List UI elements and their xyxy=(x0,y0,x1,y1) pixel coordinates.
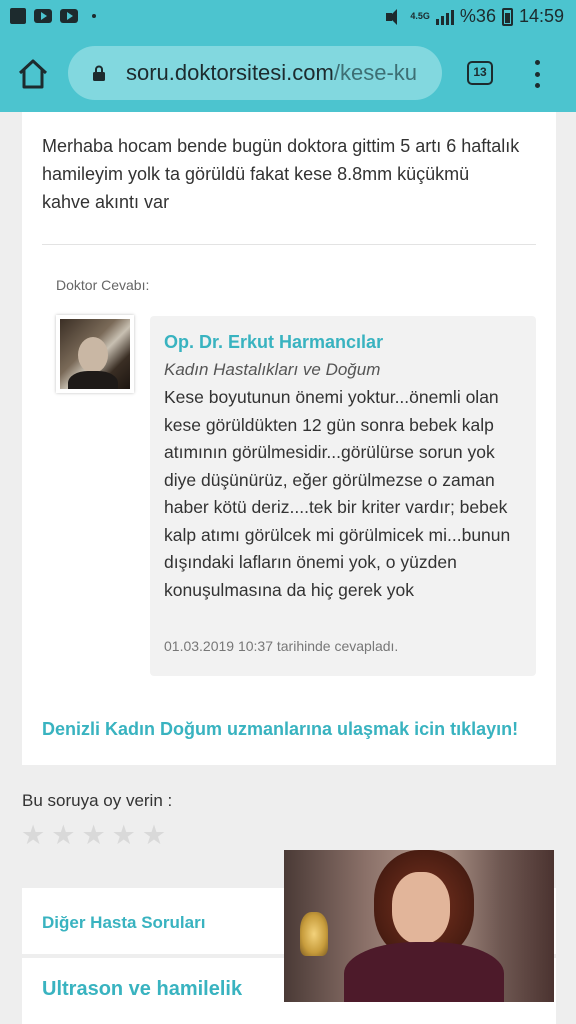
doctor-specialty: Kadın Hastalıkları ve Doğum xyxy=(164,360,381,379)
app-notification-icon xyxy=(10,8,26,24)
star-icon-1[interactable]: ★ xyxy=(21,820,45,850)
doctor-avatar[interactable] xyxy=(56,315,134,393)
rating-label: Bu soruya oy verin : xyxy=(22,791,173,810)
star-icon-4[interactable]: ★ xyxy=(112,820,136,850)
star-icon-3[interactable]: ★ xyxy=(81,820,105,850)
youtube-icon xyxy=(34,9,52,23)
answer-box: Op. Dr. Erkut Harmancılar Kadın Hastalık… xyxy=(150,316,536,676)
home-icon xyxy=(18,59,48,89)
answer-date: 01.03.2019 10:37 tarihinde cevapladı. xyxy=(164,638,399,654)
question-card: Merhaba hocam bende bugün doktora gittim… xyxy=(22,112,556,765)
network-type: 4.5G xyxy=(410,11,430,21)
answer-label: Doktor Cevabı: xyxy=(56,277,150,293)
doctor-name-link[interactable]: Op. Dr. Erkut Harmancılar xyxy=(164,332,383,353)
home-button[interactable] xyxy=(16,58,50,90)
other-questions-title: Diğer Hasta Soruları xyxy=(42,913,206,932)
overflow-menu-icon[interactable] xyxy=(532,60,542,88)
mute-icon xyxy=(384,8,404,26)
url-domain: soru.doktorsitesi.com xyxy=(126,60,334,85)
more-notifications-icon xyxy=(92,14,96,18)
lock-icon xyxy=(93,65,105,81)
video-lamp xyxy=(300,912,328,956)
video-person-body xyxy=(344,942,504,1002)
url-text: soru.doktorsitesi.com/kese-ku xyxy=(126,60,432,86)
clock: 14:59 xyxy=(518,6,564,26)
battery-percent: %36 xyxy=(459,6,496,26)
youtube-icon xyxy=(60,9,78,23)
question-text: Merhaba hocam bende bugün doktora gittim… xyxy=(42,136,520,212)
specialists-link[interactable]: Denizli Kadın Doğum uzmanlarına ulaşmak … xyxy=(42,719,518,740)
star-icon-5[interactable]: ★ xyxy=(142,820,166,850)
star-rating[interactable]: ★ ★ ★ ★ ★ xyxy=(21,820,166,850)
pip-video-player[interactable] xyxy=(284,850,554,1002)
battery-icon xyxy=(501,7,513,26)
browser-toolbar: soru.doktorsitesi.com/kese-ku 13 xyxy=(0,36,576,112)
signal-icon xyxy=(435,9,454,25)
video-person-face xyxy=(392,872,450,944)
status-bar: 4.5G %36 14:59 xyxy=(0,0,576,36)
divider xyxy=(42,244,536,245)
address-bar[interactable]: soru.doktorsitesi.com/kese-ku xyxy=(68,46,442,100)
notification-icons xyxy=(10,8,96,24)
system-status: 4.5G %36 14:59 xyxy=(384,6,564,27)
answer-text: Kese boyutunun önemi yoktur...önemli ola… xyxy=(164,387,511,600)
tab-switcher-button[interactable]: 13 xyxy=(467,61,493,85)
url-path: /kese-ku xyxy=(333,60,418,85)
star-icon-2[interactable]: ★ xyxy=(51,820,75,850)
other-question-title[interactable]: Ultrason ve hamilelik xyxy=(42,978,242,1001)
